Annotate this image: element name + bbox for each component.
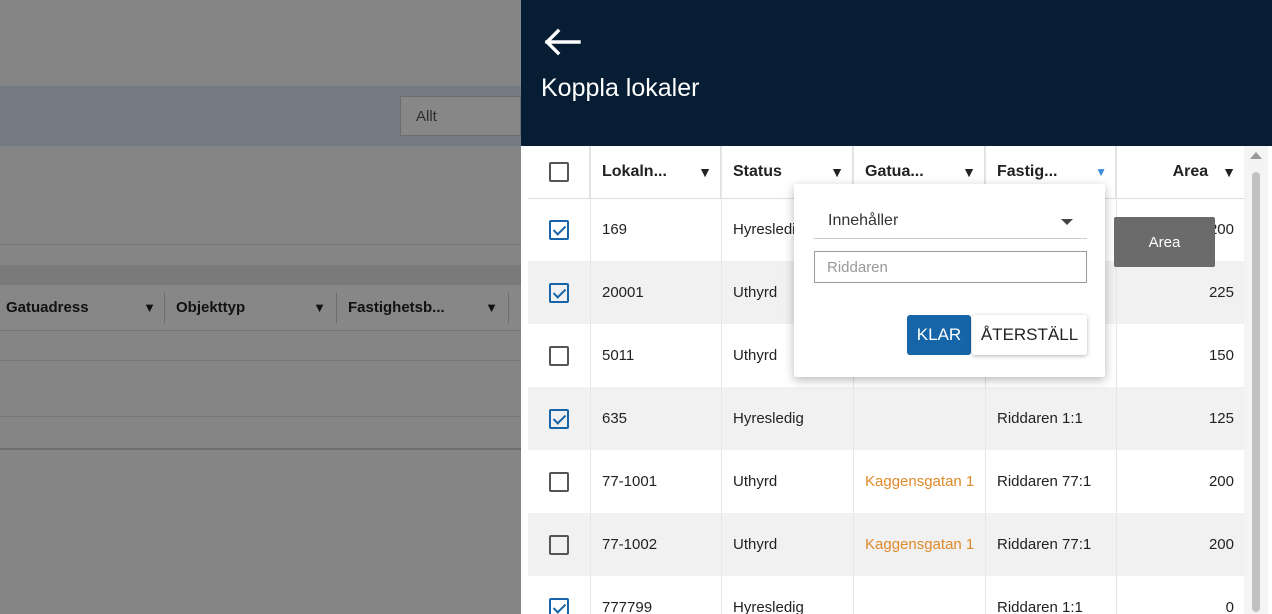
table-row[interactable]: 77-1001 Uthyrd Kaggensgatan 1 Riddaren 77:1… bbox=[528, 450, 1244, 513]
checkbox-cell bbox=[528, 513, 590, 576]
cell-lokal: 77-1002 bbox=[602, 536, 658, 553]
funnel-icon[interactable]: ▼ bbox=[698, 164, 712, 180]
vertical-scrollbar[interactable] bbox=[1244, 146, 1268, 614]
cell-lokal: 169 bbox=[602, 221, 628, 238]
cell-lokal: 77-1001 bbox=[602, 473, 658, 490]
modal-overlay[interactable] bbox=[0, 0, 521, 614]
cell-lokal: 635 bbox=[602, 410, 628, 427]
cell-gatuadress: Kaggensgatan 1 bbox=[865, 536, 975, 553]
row-checkbox[interactable] bbox=[549, 408, 569, 429]
column-label: Lokaln... bbox=[602, 163, 667, 180]
cell-fastighet: Riddaren 1:1 bbox=[997, 599, 1083, 614]
column-label: Fastig... bbox=[997, 163, 1058, 180]
cell-area: 200 bbox=[1208, 536, 1234, 553]
funnel-icon[interactable]: ▼ bbox=[1222, 164, 1236, 180]
cell-lokal: 5011 bbox=[602, 347, 635, 364]
row-checkbox[interactable] bbox=[549, 597, 569, 614]
scroll-up-icon[interactable] bbox=[1250, 152, 1262, 159]
cell-fastighet: Riddaren 77:1 bbox=[997, 473, 1092, 490]
table-row[interactable]: 777799 Hyresledig Riddaren 1:1 0 bbox=[528, 576, 1244, 614]
funnel-icon[interactable]: ▼ bbox=[962, 164, 976, 180]
reset-filter-button[interactable]: ÅTERSTÄLL bbox=[972, 315, 1087, 355]
checkbox-cell bbox=[528, 576, 590, 614]
chevron-down-icon bbox=[1061, 219, 1073, 225]
cell-status: Hyresledig bbox=[733, 599, 804, 614]
cell-gatuadress bbox=[853, 576, 985, 614]
column-divider bbox=[721, 146, 722, 614]
column-label: Status bbox=[733, 163, 782, 180]
checkbox-cell bbox=[528, 387, 590, 450]
back-arrow-icon[interactable] bbox=[543, 22, 583, 62]
cell-area: 125 bbox=[1208, 410, 1234, 427]
cell-fastighet: Riddaren 77:1 bbox=[997, 536, 1092, 553]
checkbox-cell bbox=[528, 450, 590, 513]
column-label: Gatua... bbox=[865, 163, 924, 180]
funnel-active-icon[interactable]: ▼ bbox=[1095, 165, 1107, 179]
select-all-checkbox[interactable] bbox=[548, 162, 569, 182]
table-row[interactable]: 635 Hyresledig Riddaren 1:1 125 bbox=[528, 387, 1244, 450]
table-row[interactable]: 77-1002 Uthyrd Kaggensgatan 1 Riddaren 77:1… bbox=[528, 513, 1244, 576]
cell-gatuadress bbox=[853, 387, 985, 450]
panel-header: Koppla lokaler bbox=[521, 0, 1272, 146]
cell-status: Uthyrd bbox=[733, 473, 778, 490]
checkbox-cell bbox=[528, 324, 590, 387]
area-tooltip: Area bbox=[1114, 217, 1215, 267]
col-area[interactable]: Area ▼ bbox=[1116, 146, 1244, 198]
filter-value-input[interactable] bbox=[814, 251, 1087, 283]
cell-gatuadress: Kaggensgatan 1 bbox=[865, 473, 975, 490]
row-checkbox[interactable] bbox=[549, 219, 569, 240]
cell-area: 225 bbox=[1208, 284, 1234, 301]
checkbox-cell bbox=[528, 261, 590, 324]
cell-lokal: 777799 bbox=[602, 599, 653, 614]
row-checkbox[interactable] bbox=[549, 345, 569, 366]
apply-filter-button[interactable]: KLAR bbox=[907, 315, 971, 355]
scrollbar-thumb[interactable] bbox=[1252, 172, 1260, 612]
funnel-icon[interactable]: ▼ bbox=[830, 164, 844, 180]
cell-fastighet: Riddaren 1:1 bbox=[997, 410, 1083, 427]
filter-operator-select[interactable]: Innehåller bbox=[814, 206, 1087, 239]
col-lokalnummer[interactable]: Lokaln... ▼ bbox=[590, 146, 721, 198]
row-checkbox[interactable] bbox=[549, 534, 569, 555]
column-label: Area bbox=[1172, 163, 1209, 180]
column-filter-popup: Innehåller KLAR ÅTERSTÄLL bbox=[794, 184, 1105, 377]
cell-area: 150 bbox=[1208, 347, 1234, 364]
cell-status: Uthyrd bbox=[733, 536, 778, 553]
cell-area: 200 bbox=[1208, 473, 1234, 490]
panel-title: Koppla lokaler bbox=[541, 74, 700, 102]
cell-status: Hyresledig bbox=[733, 410, 804, 427]
checkbox-cell bbox=[528, 198, 590, 261]
select-all-cell bbox=[528, 146, 590, 198]
background-page: Allt Gatuadress ▼ Objekttyp ▼ Fastighets… bbox=[0, 0, 521, 614]
row-checkbox[interactable] bbox=[549, 282, 569, 303]
cell-area: 0 bbox=[1225, 599, 1234, 614]
filter-operator-value: Innehåller bbox=[828, 212, 899, 229]
row-checkbox[interactable] bbox=[549, 471, 569, 492]
cell-lokal: 20001 bbox=[602, 284, 644, 301]
column-divider bbox=[590, 146, 591, 614]
